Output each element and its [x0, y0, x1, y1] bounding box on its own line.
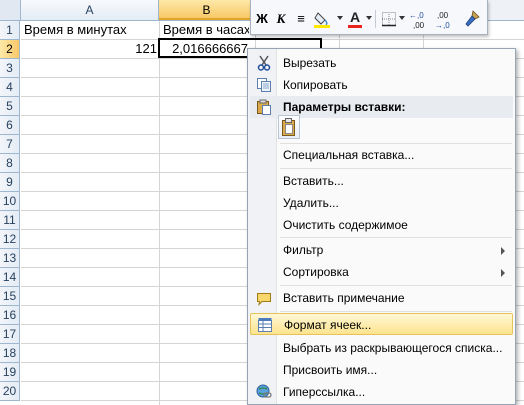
- svg-text:,00: ,00: [413, 21, 425, 30]
- menu-item-hyperlink[interactable]: Гиперссылка...: [250, 381, 513, 403]
- fill-color-chevron-icon[interactable]: [337, 16, 343, 20]
- menu-item-label: Вырезать: [283, 56, 337, 70]
- menu-item-label: Присвоить имя...: [283, 363, 378, 377]
- menu-item-label: Параметры вставки:: [283, 100, 406, 114]
- menu-item-define-name[interactable]: Присвоить имя...: [250, 359, 513, 381]
- column-header-b[interactable]: B: [159, 0, 255, 20]
- menu-item-insert[interactable]: Вставить...: [250, 170, 513, 192]
- row-header-13[interactable]: 13: [0, 249, 20, 268]
- row-header-12[interactable]: 12: [0, 230, 20, 249]
- format-painter-button[interactable]: [463, 10, 481, 28]
- font-color-letter: A: [350, 9, 361, 25]
- gridline: [159, 21, 160, 405]
- align-center-button[interactable]: ≡: [293, 9, 309, 29]
- menu-item-paste-special[interactable]: Специальная вставка...: [250, 144, 513, 166]
- svg-text:←,0: ←,0: [409, 11, 424, 20]
- row-header-17[interactable]: 17: [0, 325, 20, 344]
- row-header-20[interactable]: 20: [0, 382, 20, 401]
- column-header-a[interactable]: A: [21, 0, 159, 20]
- submenu-arrow-icon: [501, 269, 505, 277]
- font-color-button[interactable]: A: [347, 9, 363, 29]
- borders-icon: [382, 12, 396, 27]
- svg-text:→,0: →,0: [435, 21, 450, 30]
- bold-button[interactable]: Ж: [254, 9, 270, 29]
- row-header-4[interactable]: 4: [0, 78, 20, 97]
- row-header-8[interactable]: 8: [0, 154, 20, 173]
- context-menu: Вырезать Копировать Параметры вставки: С…: [247, 48, 516, 405]
- increase-decimal-button[interactable]: ←,0 ,00: [409, 9, 433, 31]
- menu-item-label: Специальная вставка...: [283, 148, 415, 162]
- menu-item-label: Гиперссылка...: [283, 385, 366, 399]
- row-header-6[interactable]: 6: [0, 116, 20, 135]
- format-cells-icon: [258, 318, 272, 332]
- cell-a2[interactable]: 121: [24, 39, 157, 59]
- italic-button[interactable]: К: [273, 9, 289, 29]
- menu-item-label: Удалить...: [283, 196, 339, 210]
- menu-item-label: Копировать: [283, 78, 348, 92]
- menu-item-pick-from-list[interactable]: Выбрать из раскрывающегося списка...: [250, 337, 513, 359]
- menu-item-label: Выбрать из раскрывающегося списка...: [283, 341, 503, 355]
- cell-a1[interactable]: Время в минутах: [24, 20, 127, 40]
- menu-separator: [280, 285, 512, 286]
- menu-item-sort[interactable]: Сортировка: [250, 261, 513, 283]
- paste-option-button[interactable]: [278, 115, 300, 139]
- hyperlink-icon: [256, 384, 272, 398]
- scissors-icon: [257, 55, 271, 71]
- cell-b1[interactable]: Время в часах: [163, 20, 249, 40]
- row-header-2[interactable]: 2: [0, 40, 20, 59]
- menu-item-label: Сортировка: [283, 265, 349, 279]
- menu-item-label: Очистить содержимое: [283, 218, 408, 232]
- menu-item-label: Формат ячеек...: [284, 318, 372, 332]
- menu-item-label: Вставить...: [283, 174, 344, 188]
- menu-item-clear-contents[interactable]: Очистить содержимое: [250, 214, 513, 236]
- font-color-swatch: [348, 25, 362, 28]
- menu-separator: [280, 311, 512, 312]
- fill-bucket-icon: [314, 12, 330, 28]
- menu-item-insert-comment[interactable]: Вставить примечание: [250, 287, 513, 309]
- menu-item-copy[interactable]: Копировать: [250, 74, 513, 96]
- row-header-16[interactable]: 16: [0, 306, 20, 325]
- row-header-5[interactable]: 5: [0, 97, 20, 116]
- decrease-decimal-button[interactable]: ,00 →,0: [435, 9, 459, 31]
- row-header-9[interactable]: 9: [0, 173, 20, 192]
- row-header-3[interactable]: 3: [0, 59, 20, 78]
- mini-toolbar: Ж К ≡ A ←,0 ,00 ,00 →,0: [250, 0, 488, 35]
- menu-item-delete[interactable]: Удалить...: [250, 192, 513, 214]
- font-color-chevron-icon[interactable]: [366, 16, 372, 20]
- increase-decimal-icon: ←,0 ,00: [409, 11, 425, 30]
- copy-icon: [257, 78, 271, 92]
- row-header-19[interactable]: 19: [0, 363, 20, 382]
- menu-item-label: Фильтр: [283, 243, 324, 257]
- borders-chevron-icon[interactable]: [399, 16, 405, 20]
- comment-icon: [257, 293, 271, 306]
- svg-text:,00: ,00: [437, 11, 449, 20]
- row-header-11[interactable]: 11: [0, 211, 20, 230]
- menu-item-filter[interactable]: Фильтр: [250, 239, 513, 261]
- row-header-1[interactable]: 1: [0, 21, 20, 40]
- format-painter-icon: [465, 10, 480, 27]
- paste-icon: [257, 99, 271, 115]
- paste-clipboard-icon: [282, 118, 295, 136]
- menu-item-format-cells[interactable]: Формат ячеек...: [250, 313, 513, 335]
- borders-button[interactable]: [381, 11, 397, 27]
- fill-color-button[interactable]: [313, 10, 335, 28]
- menu-item-cut[interactable]: Вырезать: [250, 52, 513, 74]
- toolbar-separator: [375, 10, 376, 28]
- select-all-corner[interactable]: [0, 0, 21, 20]
- menu-separator: [280, 237, 512, 238]
- menu-item-label: Вставить примечание: [283, 291, 405, 305]
- row-header-7[interactable]: 7: [0, 135, 20, 154]
- row-header-10[interactable]: 10: [0, 192, 20, 211]
- row-header-18[interactable]: 18: [0, 344, 20, 363]
- row-header-14[interactable]: 14: [0, 268, 20, 287]
- submenu-arrow-icon: [501, 247, 505, 255]
- row-header-15[interactable]: 15: [0, 287, 20, 306]
- decrease-decimal-icon: ,00 →,0: [435, 11, 450, 30]
- menu-separator: [280, 168, 512, 169]
